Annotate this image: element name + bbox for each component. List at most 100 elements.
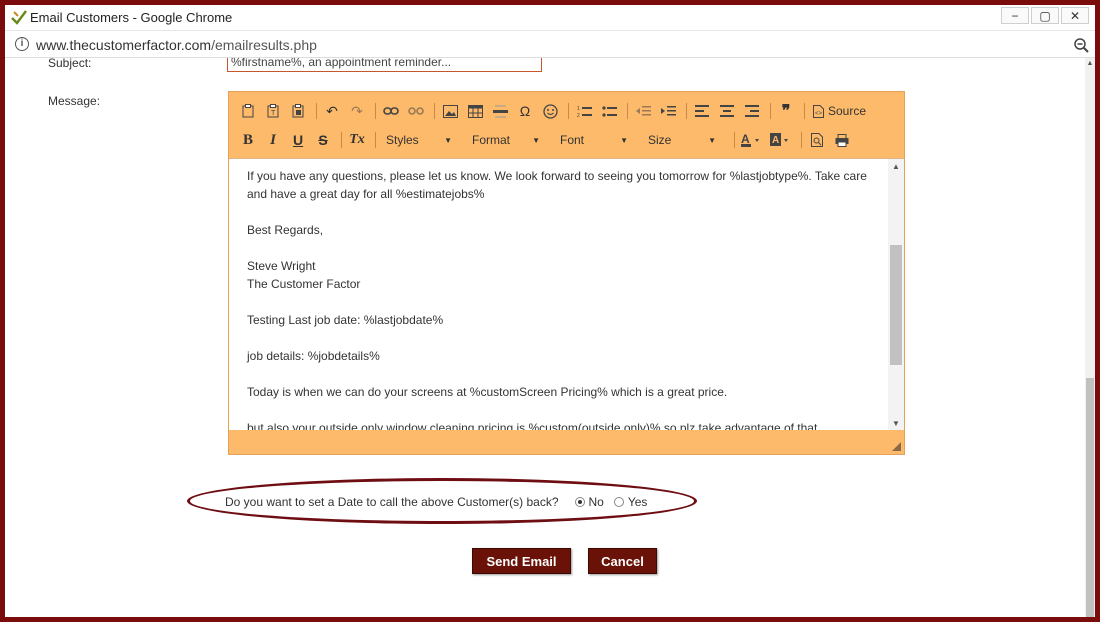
horizontal-line-icon[interactable]: [489, 100, 511, 122]
size-label: Size: [648, 133, 672, 147]
minimize-button[interactable]: −: [1001, 7, 1029, 24]
toolbar-separator: [568, 103, 569, 119]
zoom-icon[interactable]: [1073, 37, 1089, 53]
align-right-icon[interactable]: [741, 100, 763, 122]
toolbar-separator: [341, 132, 342, 148]
indent-icon[interactable]: [657, 100, 679, 122]
numbered-list-icon[interactable]: 12: [573, 100, 595, 122]
smiley-icon[interactable]: [539, 100, 561, 122]
window-controls: − ▢ ✕: [999, 7, 1089, 24]
font-dropdown[interactable]: Font ▼: [554, 130, 634, 150]
toolbar-separator: [801, 132, 802, 148]
source-icon: <>: [813, 104, 824, 118]
editor-toolbar: T ↶ ↷ Ω 1 2 ❞ <> Source B I U S Tx Style…: [229, 92, 904, 158]
svg-text:2: 2: [577, 113, 580, 118]
info-icon[interactable]: i: [15, 37, 29, 51]
browser-window: Email Customers - Google Chrome − ▢ ✕ i …: [5, 5, 1095, 617]
message-line: Today is when we can do your screens at …: [247, 385, 728, 399]
chevron-down-icon: ▼: [532, 135, 540, 145]
address-bar[interactable]: i www.thecustomerfactor.com/emailresults…: [5, 30, 1095, 58]
source-button[interactable]: <> Source: [809, 100, 870, 122]
styles-dropdown[interactable]: Styles ▼: [380, 130, 458, 150]
undo-icon[interactable]: ↶: [321, 100, 343, 122]
subject-input[interactable]: %firstname%, an appointment reminder...: [227, 58, 542, 72]
url-host: www.thecustomerfactor.com: [36, 37, 212, 53]
window-title: Email Customers - Google Chrome: [30, 10, 233, 25]
toolbar-separator: [434, 103, 435, 119]
print-icon[interactable]: [831, 129, 853, 151]
scroll-down-arrow-icon[interactable]: ▼: [888, 419, 904, 428]
message-line: and have a great day for all %estimatejo…: [247, 187, 485, 201]
paste-text-icon[interactable]: T: [262, 100, 284, 122]
radio-yes[interactable]: [613, 497, 624, 507]
paste-word-icon[interactable]: [287, 100, 309, 122]
background-color-icon: A: [770, 133, 788, 146]
editor-footer: [229, 430, 904, 454]
image-icon[interactable]: [439, 100, 461, 122]
radio-no[interactable]: [574, 497, 585, 507]
page-scroll-thumb[interactable]: [1086, 378, 1094, 617]
svg-text:<>: <>: [815, 111, 823, 117]
bold-button[interactable]: B: [237, 129, 259, 151]
toolbar-separator: [627, 103, 628, 119]
italic-button[interactable]: I: [262, 129, 284, 151]
paste-icon[interactable]: [237, 100, 259, 122]
redo-icon[interactable]: ↷: [346, 100, 368, 122]
message-line: Best Regards,: [247, 223, 324, 237]
strikethrough-button[interactable]: S: [312, 129, 334, 151]
styles-label: Styles: [386, 133, 419, 147]
toolbar-row-1: T ↶ ↷ Ω 1 2 ❞ <> Source: [237, 100, 873, 122]
radio-yes-label[interactable]: Yes: [628, 495, 648, 509]
remove-format-label: Tx: [349, 132, 365, 147]
svg-text:T: T: [271, 110, 276, 117]
blockquote-icon[interactable]: ❞: [775, 100, 797, 122]
outdent-icon[interactable]: [632, 100, 654, 122]
restore-button[interactable]: ▢: [1031, 7, 1059, 24]
page-scrollbar[interactable]: ▲: [1085, 58, 1095, 617]
toolbar-separator: [375, 132, 376, 148]
bulleted-list-icon[interactable]: [598, 100, 620, 122]
toolbar-separator: [770, 103, 771, 119]
toolbar-row-2: B I U S Tx Styles ▼ Format ▼ Font ▼ Size…: [237, 129, 856, 151]
callback-question: Do you want to set a Date to call the ab…: [225, 495, 559, 509]
unlink-icon[interactable]: [405, 100, 427, 122]
text-color-icon: A: [741, 133, 759, 147]
message-body[interactable]: If you have any questions, please let us…: [247, 167, 872, 430]
editor-scrollbar[interactable]: ▲ ▼: [888, 159, 904, 430]
format-dropdown[interactable]: Format ▼: [466, 130, 546, 150]
title-bar: Email Customers - Google Chrome − ▢ ✕: [5, 5, 1095, 30]
special-char-icon[interactable]: Ω: [514, 100, 536, 122]
text-color-button[interactable]: A: [739, 129, 765, 151]
send-email-button[interactable]: Send Email: [472, 548, 571, 574]
scroll-up-arrow-icon[interactable]: ▲: [1086, 60, 1094, 68]
resize-grip-icon[interactable]: [892, 442, 901, 451]
size-dropdown[interactable]: Size ▼: [642, 130, 722, 150]
toolbar-separator: [375, 103, 376, 119]
remove-format-button[interactable]: Tx: [346, 129, 368, 151]
url-text[interactable]: www.thecustomerfactor.com/emailresults.p…: [36, 37, 317, 53]
chevron-down-icon: ▼: [444, 135, 452, 145]
message-line: but also your outside only window cleani…: [247, 421, 818, 430]
toolbar-separator: [316, 103, 317, 119]
subject-label: Subject:: [48, 58, 92, 70]
preview-icon[interactable]: [806, 129, 828, 151]
align-center-icon[interactable]: [716, 100, 738, 122]
url-path: /emailresults.php: [211, 37, 317, 53]
close-button[interactable]: ✕: [1061, 7, 1089, 24]
radio-no-label[interactable]: No: [589, 495, 604, 509]
cancel-button[interactable]: Cancel: [588, 548, 657, 574]
scroll-up-arrow-icon[interactable]: ▲: [888, 162, 904, 171]
editor-content-area[interactable]: If you have any questions, please let us…: [229, 158, 904, 430]
align-left-icon[interactable]: [691, 100, 713, 122]
message-line: Steve Wright: [247, 259, 316, 273]
app-check-icon: [11, 10, 27, 25]
editor-scroll-thumb[interactable]: [890, 245, 902, 365]
underline-button[interactable]: U: [287, 129, 309, 151]
toolbar-separator: [686, 103, 687, 119]
message-line: job details: %jobdetails%: [247, 349, 380, 363]
link-icon[interactable]: [380, 100, 402, 122]
table-icon[interactable]: [464, 100, 486, 122]
svg-text:A: A: [772, 135, 779, 146]
background-color-button[interactable]: A: [768, 129, 794, 151]
callback-question-row: Do you want to set a Date to call the ab…: [225, 495, 647, 509]
